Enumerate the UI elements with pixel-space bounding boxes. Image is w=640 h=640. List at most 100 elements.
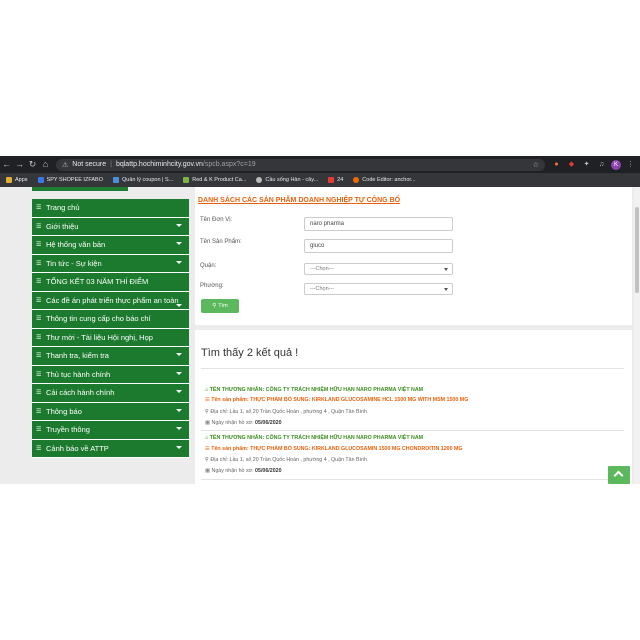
sidebar-item-invitations[interactable]: ☰ Thư mời - Tài liệu Hội nghị, Họp bbox=[32, 328, 189, 347]
result-product[interactable]: ☰ Tên sản phẩm: THỰC PHẨM BỔ SUNG: KIRKL… bbox=[205, 397, 468, 403]
page-scrollbar[interactable] bbox=[634, 187, 640, 484]
search-icon: ⚲ bbox=[212, 303, 217, 309]
bookmarks-bar: Apps SPY SHOPEE IZFABO Quản lý coupon | … bbox=[0, 173, 640, 187]
home-icon: ⌂ bbox=[205, 435, 209, 441]
caret-down-icon bbox=[176, 242, 182, 245]
sidebar-item-reform[interactable]: ☰ Cải cách hành chính bbox=[32, 384, 189, 403]
address-toolbar: ← → ↻ ⌂ ⚠ Not secure | bqlattp.hochiminh… bbox=[0, 156, 640, 173]
main-content: DANH SÁCH CÁC SẢN PHẨM DOANH NGHIỆP TỰ C… bbox=[195, 187, 632, 484]
caret-down-icon bbox=[176, 427, 182, 430]
bookmark-item[interactable]: SPY SHOPEE IZFABO bbox=[37, 177, 103, 183]
caret-down-icon bbox=[176, 390, 182, 393]
chevron-down-icon bbox=[444, 288, 448, 291]
ward-select[interactable]: ---Chọn--- bbox=[304, 283, 453, 295]
list-icon: ☰ bbox=[36, 353, 42, 360]
sidebar-item-media[interactable]: ☰ Truyền thông bbox=[32, 421, 189, 440]
forward-arrow-icon[interactable]: → bbox=[13, 156, 26, 173]
results-summary: Tìm thấy 2 kết quả ! bbox=[201, 347, 299, 359]
bookmark-item[interactable]: Quản lý coupon | S... bbox=[113, 177, 173, 183]
form-title[interactable]: DANH SÁCH CÁC SẢN PHẨM DOANH NGHIỆP TỰ C… bbox=[198, 197, 400, 204]
profile-avatar[interactable]: K bbox=[611, 159, 621, 170]
map-marker-icon: ⚲ bbox=[205, 457, 209, 463]
header-stub bbox=[32, 187, 128, 191]
result-address: ⚲ Địa chỉ: Lầu 1, số 20 Trần Quốc Hoàn ,… bbox=[205, 457, 367, 463]
sidebar-item-home[interactable]: ☰ Trang chủ bbox=[32, 199, 189, 218]
sidebar-item-news[interactable]: ☰ Tin tức - Sự kiện bbox=[32, 254, 189, 273]
extension-icon[interactable]: ● bbox=[551, 160, 562, 169]
result-product[interactable]: ☰ Tên sản phẩm: THỰC PHẨM BỔ SUNG: KIRKL… bbox=[205, 446, 463, 452]
browser-window: ← → ↻ ⌂ ⚠ Not secure | bqlattp.hochiminh… bbox=[0, 156, 640, 484]
bookmark-star-icon[interactable]: ☆ bbox=[533, 161, 539, 169]
list-icon: ☰ bbox=[36, 279, 42, 286]
home-icon: ⌂ bbox=[205, 387, 209, 393]
sidebar-item-about[interactable]: ☰ Giới thiệu bbox=[32, 217, 189, 236]
map-marker-icon: ⚲ bbox=[205, 409, 209, 415]
list-icon: ☰ bbox=[205, 446, 210, 452]
home-icon[interactable]: ⌂ bbox=[39, 156, 52, 173]
district-label: Quận: bbox=[200, 263, 217, 269]
result-divider bbox=[201, 479, 624, 480]
url-bar[interactable]: ⚠ Not secure | bqlattp.hochiminhcity.gov… bbox=[56, 158, 545, 171]
product-name-input[interactable] bbox=[304, 239, 453, 253]
sidebar-item-summary[interactable]: ☰ TỔNG KẾT 03 NĂM THÍ ĐIỂM bbox=[32, 273, 189, 292]
list-icon: ☰ bbox=[205, 397, 210, 403]
bookmark-favicon bbox=[37, 177, 44, 183]
sidebar-item-press[interactable]: ☰ Thông tin cung cấp cho báo chí bbox=[32, 310, 189, 329]
music-icon[interactable]: ♫ bbox=[596, 160, 607, 169]
caret-down-icon bbox=[176, 223, 182, 227]
chevron-down-icon bbox=[444, 268, 448, 271]
list-icon: ☰ bbox=[36, 205, 42, 212]
bookmark-item[interactable]: 24 bbox=[328, 177, 343, 183]
url-host: bqlattp.hochiminhcity.gov.vn bbox=[115, 161, 203, 168]
divider bbox=[201, 368, 624, 369]
url-separator: | bbox=[110, 161, 112, 168]
bookmark-favicon bbox=[113, 177, 119, 183]
result-company[interactable]: ⌂ TÊN THƯƠNG NHÂN: CÔNG TY TRÁCH NHIỆM H… bbox=[205, 435, 423, 441]
sidebar-item-documents[interactable]: ☰ Hệ thống văn bản bbox=[32, 236, 189, 255]
list-icon: ☰ bbox=[36, 445, 42, 452]
list-icon: ☰ bbox=[36, 242, 42, 249]
extension-icon[interactable]: ◆ bbox=[566, 160, 577, 169]
list-icon: ☰ bbox=[36, 297, 42, 304]
bookmark-item[interactable]: Code Editor: anchor... bbox=[353, 177, 416, 183]
url-path: /spcb.aspx?c=19 bbox=[202, 161, 256, 168]
sidebar-item-warnings[interactable]: ☰ Cảnh báo về ATTP bbox=[32, 439, 189, 458]
list-icon: ☰ bbox=[36, 260, 42, 267]
result-address: ⚲ Địa chỉ: Lầu 1, số 20 Trần Quốc Hoàn ,… bbox=[205, 409, 367, 415]
bookmark-item[interactable]: Cầu sống Hàn - cây... bbox=[256, 177, 318, 183]
ward-label: Phường: bbox=[200, 283, 224, 289]
caret-down-icon bbox=[176, 445, 182, 449]
sidebar-item-projects[interactable]: ☰ Các đề án phát triển thực phẩm an toàn bbox=[32, 291, 189, 310]
bookmark-favicon bbox=[328, 177, 335, 183]
result-date: ▦ Ngày nhận hồ sơ: 05/06/2020 bbox=[205, 468, 282, 474]
list-icon: ☰ bbox=[36, 427, 42, 434]
web-page: ☰ Trang chủ ☰ Giới thiệu ☰ Hệ thống văn bản… bbox=[0, 187, 640, 484]
back-to-top-button[interactable] bbox=[608, 466, 630, 484]
result-divider bbox=[201, 430, 624, 431]
caret-down-icon bbox=[176, 353, 182, 356]
district-select[interactable]: ---Chọn--- bbox=[304, 263, 453, 275]
bookmark-item[interactable]: Apps bbox=[6, 177, 28, 183]
sidebar-item-inspection[interactable]: ☰ Thanh tra, kiểm tra bbox=[32, 347, 189, 366]
bookmark-item[interactable]: Red & K Product Ca... bbox=[183, 177, 246, 183]
reload-icon[interactable]: ↻ bbox=[26, 156, 39, 173]
bookmark-favicon bbox=[183, 177, 190, 183]
chevron-up-icon bbox=[613, 470, 624, 481]
list-icon: ☰ bbox=[36, 371, 42, 378]
caret-down-icon bbox=[176, 371, 182, 375]
sidebar-menu: ☰ Trang chủ ☰ Giới thiệu ☰ Hệ thống văn bản… bbox=[32, 199, 189, 458]
back-arrow-icon[interactable]: ← bbox=[0, 156, 13, 173]
warning-icon: ⚠ bbox=[62, 161, 69, 169]
result-date: ▦ Ngày nhận hồ sơ: 05/06/2020 bbox=[205, 420, 282, 426]
scrollbar-thumb[interactable] bbox=[635, 207, 639, 293]
puzzle-icon[interactable]: ✦ bbox=[581, 160, 592, 169]
result-company[interactable]: ⌂ TÊN THƯƠNG NHÂN: CÔNG TY TRÁCH NHIỆM H… bbox=[205, 387, 423, 393]
menu-kebab-icon[interactable]: ⋮ bbox=[625, 160, 636, 169]
list-icon: ☰ bbox=[36, 408, 42, 415]
search-button[interactable]: ⚲ Tìm bbox=[201, 299, 239, 313]
bookmark-favicon bbox=[256, 177, 263, 183]
unit-name-input[interactable] bbox=[304, 217, 453, 231]
sidebar-item-announcements[interactable]: ☰ Thông báo bbox=[32, 402, 189, 421]
sidebar-item-procedures[interactable]: ☰ Thủ tục hành chính bbox=[32, 365, 189, 384]
caret-down-icon bbox=[176, 408, 182, 412]
